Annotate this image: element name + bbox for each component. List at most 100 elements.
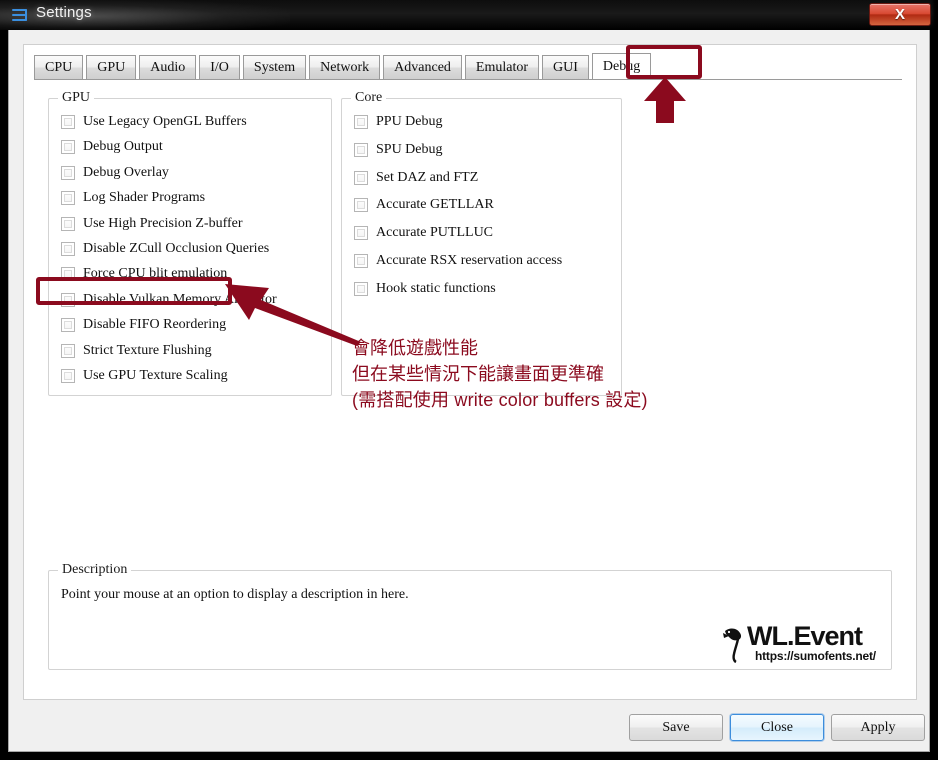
checkbox-row-strict-texture-flushing[interactable]: Strict Texture Flushing — [61, 342, 212, 360]
close-button[interactable]: Close — [730, 714, 824, 741]
checkbox-icon[interactable] — [354, 254, 368, 268]
group-core: Core PPU Debug SPU Debug Set DAZ and FTZ Ac… — [341, 90, 622, 396]
checkbox-icon[interactable] — [61, 140, 75, 155]
apply-button-label: Apply — [860, 719, 896, 735]
tab-label: I/O — [210, 59, 229, 75]
checkbox-row-set-daz-and-ftz[interactable]: Set DAZ and FTZ — [354, 169, 478, 187]
group-gpu-title: GPU — [58, 90, 95, 106]
tab-label: System — [253, 59, 296, 75]
close-icon: X — [894, 6, 905, 23]
checkbox-label: Accurate PUTLLUC — [376, 225, 494, 241]
description-title: Description — [58, 562, 132, 578]
tab-network[interactable]: Network — [309, 55, 381, 80]
checkbox-row-disable-vulkan-memory-allocator[interactable]: Disable Vulkan Memory Allocator — [61, 291, 277, 309]
settings-tabstrip[interactable]: CPU GPU Audio I/O System Network Advanced Emula… — [34, 53, 654, 80]
checkbox-label: Disable ZCull Occlusion Queries — [83, 241, 270, 256]
checkbox-icon[interactable] — [354, 115, 368, 129]
checkbox-label: Disable Vulkan Memory Allocator — [83, 291, 277, 307]
checkbox-label: Accurate GETLLAR — [376, 197, 494, 213]
checkbox-row-accurate-rsx-reservation-access[interactable]: Accurate RSX reservation access — [354, 252, 562, 270]
tab-label: GPU — [97, 59, 126, 75]
bird-logo-icon — [723, 628, 742, 663]
dialog-footer: Save Close Apply — [9, 706, 931, 752]
checkbox-icon[interactable] — [354, 198, 368, 213]
group-core-title: Core — [351, 90, 387, 106]
tab-advanced[interactable]: Advanced — [383, 55, 462, 80]
save-button-label: Save — [662, 719, 690, 735]
window-shadow-left — [0, 30, 8, 760]
tab-debug[interactable]: Debug — [591, 53, 652, 80]
checkbox-row-debug-output[interactable]: Debug Output — [61, 138, 163, 156]
tab-label: Network — [320, 59, 370, 75]
tab-page-debug: GPU Use Legacy OpenGL Buffers Debug Outpu… — [34, 80, 902, 690]
window-shadow-right — [930, 0, 938, 760]
watermark-name: WL.Event — [747, 621, 863, 651]
tab-audio[interactable]: Audio — [139, 55, 197, 80]
tab-label: Emulator — [475, 59, 529, 75]
checkbox-icon[interactable] — [61, 343, 75, 358]
checkbox-label: Hook static functions — [376, 280, 496, 296]
checkbox-icon[interactable] — [61, 369, 75, 383]
tab-cpu[interactable]: CPU — [34, 55, 84, 80]
checkbox-label: Use GPU Texture Scaling — [83, 368, 228, 383]
checkbox-icon[interactable] — [354, 281, 368, 296]
settings-menu-icon — [12, 8, 27, 22]
checkbox-row-disable-fifo-reordering[interactable]: Disable FIFO Reordering — [61, 316, 226, 334]
checkbox-row-use-high-precision-z-buffer[interactable]: Use High Precision Z-buffer — [61, 215, 243, 233]
checkbox-icon[interactable] — [61, 165, 75, 180]
save-button[interactable]: Save — [629, 714, 723, 741]
checkbox-label: Set DAZ and FTZ — [376, 169, 479, 185]
tab-label: Audio — [150, 59, 186, 75]
checkbox-icon[interactable] — [61, 191, 75, 206]
description-text: Point your mouse at an option to display… — [61, 587, 409, 602]
checkbox-icon[interactable] — [61, 242, 75, 256]
tab-label: Advanced — [394, 59, 451, 75]
checkbox-row-log-shader-programs[interactable]: Log Shader Programs — [61, 189, 205, 207]
checkbox-row-disable-zcull-occlusion-queries[interactable]: Disable ZCull Occlusion Queries — [61, 240, 269, 258]
checkbox-icon[interactable] — [354, 226, 368, 241]
tab-emulator[interactable]: Emulator — [464, 55, 540, 80]
window-title: Settings — [36, 4, 92, 21]
tab-label: GUI — [553, 59, 578, 75]
checkbox-label: Accurate RSX reservation access — [376, 253, 563, 268]
tab-label: Debug — [602, 58, 641, 74]
description-groupbox: Description Point your mouse at an optio… — [48, 562, 892, 670]
tab-gui[interactable]: GUI — [542, 55, 589, 80]
window-shadow-bottom — [0, 752, 938, 760]
dialog-client-area: CPU GPU Audio I/O System Network Advanced Emula… — [8, 30, 930, 752]
checkbox-icon[interactable] — [354, 170, 368, 185]
close-window-button[interactable]: X — [869, 3, 931, 26]
tab-system[interactable]: System — [242, 55, 307, 80]
checkbox-icon[interactable] — [61, 115, 75, 129]
settings-window-screenshot: Settings X CPU GPU Audio I/O System Network Ad… — [0, 0, 938, 760]
tab-i-o[interactable]: I/O — [199, 55, 240, 80]
window-titlebar: Settings X — [0, 0, 938, 30]
watermark: WL.Event https://sumofents.net/ — [721, 621, 885, 667]
close-button-label: Close — [761, 719, 793, 735]
checkbox-label: Use High Precision Z-buffer — [83, 215, 243, 231]
checkbox-row-debug-overlay[interactable]: Debug Overlay — [61, 164, 169, 182]
checkbox-row-force-cpu-blit-emulation[interactable]: Force CPU blit emulation — [61, 265, 227, 283]
group-gpu: GPU Use Legacy OpenGL Buffers Debug Outpu… — [48, 90, 332, 396]
checkbox-icon[interactable] — [61, 292, 75, 307]
checkbox-label: Log Shader Programs — [83, 190, 206, 206]
apply-button[interactable]: Apply — [831, 714, 925, 741]
checkbox-icon[interactable] — [61, 318, 75, 333]
checkbox-icon[interactable] — [61, 216, 75, 231]
checkbox-label: Debug Overlay — [83, 164, 169, 180]
checkbox-label: Strict Texture Flushing — [83, 342, 212, 358]
checkbox-label: Force CPU blit emulation — [83, 266, 228, 282]
tab-gpu[interactable]: GPU — [86, 55, 137, 80]
checkbox-row-use-gpu-texture-scaling[interactable]: Use GPU Texture Scaling — [61, 367, 228, 385]
checkbox-row-spu-debug[interactable]: SPU Debug — [354, 141, 443, 159]
watermark-url: https://sumofents.net/ — [755, 649, 876, 663]
checkbox-row-accurate-putlluc[interactable]: Accurate PUTLLUC — [354, 224, 493, 242]
checkbox-icon[interactable] — [61, 267, 75, 282]
checkbox-row-hook-static-functions[interactable]: Hook static functions — [354, 280, 496, 298]
checkbox-icon[interactable] — [354, 142, 368, 157]
checkbox-row-accurate-getllar[interactable]: Accurate GETLLAR — [354, 196, 494, 214]
checkbox-row-use-legacy-opengl-buffers[interactable]: Use Legacy OpenGL Buffers — [61, 113, 247, 131]
checkbox-row-ppu-debug[interactable]: PPU Debug — [354, 113, 443, 131]
checkbox-label: Use Legacy OpenGL Buffers — [83, 114, 247, 129]
checkbox-label: SPU Debug — [376, 141, 443, 157]
